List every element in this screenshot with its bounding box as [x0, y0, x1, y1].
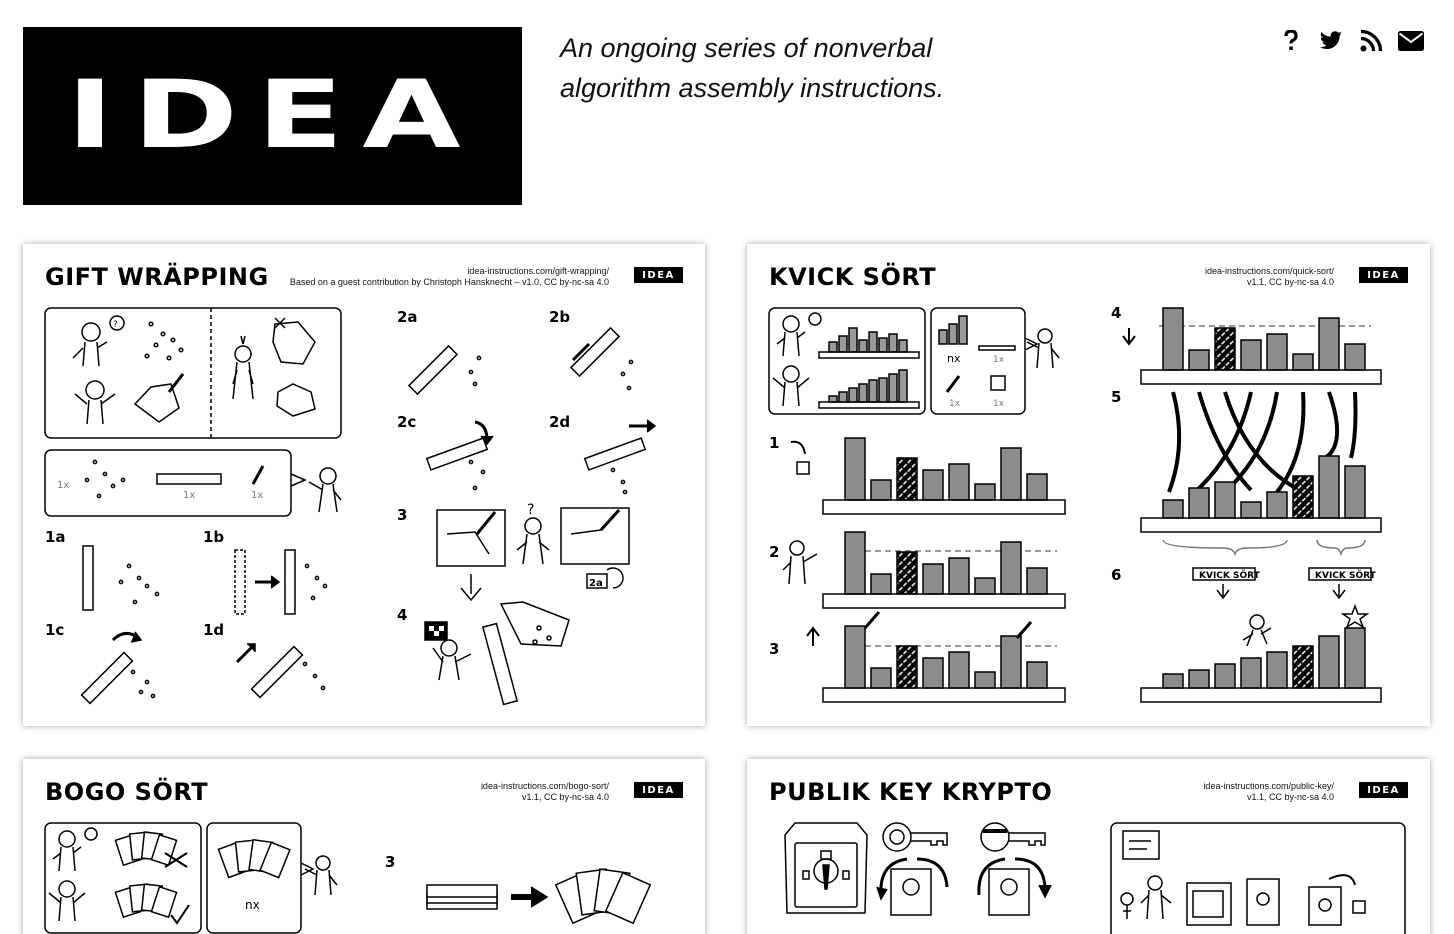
step-2: 2 [769, 543, 779, 561]
idea-logo[interactable]: IDEA [23, 27, 522, 205]
header-icon-bar [1278, 28, 1424, 54]
tagline: An ongoing series of nonverbal algorithm… [560, 28, 1010, 108]
count-1x-a: 1x [57, 480, 69, 491]
step-1b: 1b [203, 528, 224, 546]
rss-icon[interactable] [1358, 28, 1384, 54]
quick-sort-illustration: nx 1x 1x 1x 1 2 3 4 5 6 KVICK SÖRT KVICK… [768, 304, 1382, 703]
svg-text:?: ? [527, 502, 534, 518]
step-1c: 1c [45, 621, 64, 639]
step-2d: 2d [549, 413, 570, 431]
bogo-sort-illustration: nx 3 [44, 822, 652, 934]
count-1x-b: 1x [183, 490, 195, 501]
step-2b: 2b [549, 308, 570, 326]
tagline-line-1: An ongoing series of nonverbal [560, 33, 933, 63]
card-gift-wrapping[interactable]: GIFT WRÄPPING idea-instructions.com/gift… [23, 244, 705, 726]
step-2c: 2c [397, 413, 416, 431]
sign-right: KVICK SÖRT [1315, 570, 1377, 581]
card-bogo-sort[interactable]: BOGO SÖRT idea-instructions.com/bogo-sor… [23, 759, 705, 934]
count-1x-c: 1x [993, 399, 1005, 409]
step-1d: 1d [203, 621, 224, 639]
step-3: 3 [769, 640, 779, 658]
card-public-key[interactable]: PUBLIK KEY KRYPTO idea-instructions.com/… [747, 759, 1430, 934]
step-2a: 2a [397, 308, 418, 326]
twitter-icon[interactable] [1318, 28, 1344, 54]
ref-2a: 2a [589, 578, 603, 589]
step-3: 3 [397, 506, 407, 524]
count-1x-b: 1x [949, 399, 961, 409]
logo-text: IDEA [65, 61, 480, 170]
count-1x-a: 1x [993, 355, 1005, 365]
sign-left: KVICK SÖRT [1199, 570, 1261, 581]
card-quick-sort[interactable]: KVICK SÖRT idea-instructions.com/quick-s… [747, 244, 1430, 726]
question-icon[interactable] [1278, 28, 1304, 54]
step-1a: 1a [45, 528, 66, 546]
step-1: 1 [769, 434, 779, 452]
step-6: 6 [1111, 566, 1121, 584]
public-key-illustration [784, 822, 1406, 934]
nx: nx [947, 352, 961, 365]
gift-wrapping-illustration: ? 1x 1x 1x 1a 1b 1c 1d 2a 2b 2c 2d 3 4 ?… [44, 307, 657, 706]
nx: nx [245, 898, 260, 912]
step-3: 3 [385, 853, 395, 871]
svg-text:?: ? [113, 320, 118, 330]
email-icon[interactable] [1398, 28, 1424, 54]
step-5: 5 [1111, 388, 1121, 406]
count-1x-c: 1x [251, 490, 263, 501]
step-4: 4 [397, 606, 407, 624]
tagline-line-2: algorithm assembly instructions. [560, 73, 945, 103]
step-4: 4 [1111, 304, 1121, 322]
